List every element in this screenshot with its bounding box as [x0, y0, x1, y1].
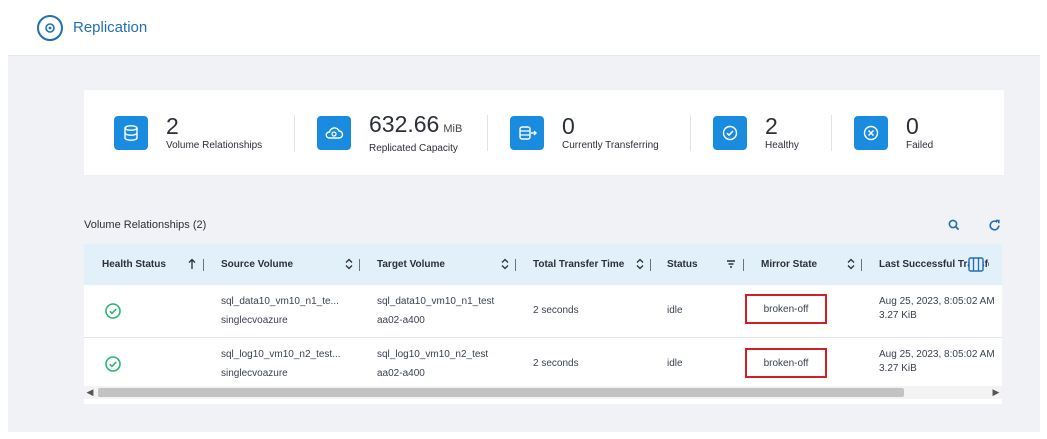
x-circle-icon — [854, 115, 888, 150]
healthy-status-icon — [105, 356, 121, 372]
sort-icon[interactable] — [636, 258, 644, 270]
source-volume: sql_log10_vm10_n2_test... — [221, 349, 341, 360]
column-separator[interactable] — [203, 259, 204, 271]
stat-currently-transferring: 0 Currently Transferring — [510, 90, 690, 175]
column-header-mirror-state[interactable]: Mirror State — [761, 244, 851, 285]
stat-value: 2 — [166, 113, 179, 139]
horizontal-scrollbar[interactable]: ◀ ▶ — [84, 386, 1002, 399]
source-system: singlecvoazure — [221, 368, 288, 379]
summary-card: 2 Volume Relationships 632.66 MiB Replica… — [84, 90, 1004, 175]
column-header-source-volume[interactable]: Source Volume — [221, 244, 341, 285]
search-icon — [948, 219, 960, 231]
table-row[interactable]: sql_data10_vm10_n1_te... singlecvoazure … — [84, 285, 1002, 338]
replication-icon — [37, 14, 63, 41]
stat-replicated-capacity: 632.66 MiB Replicated Capacity — [317, 90, 487, 175]
check-circle-icon — [713, 115, 747, 150]
target-system: aa02-a400 — [377, 315, 425, 326]
table-header: Health Status Source Volume Target Volum… — [84, 244, 1002, 285]
table-row[interactable]: sql_log10_vm10_n2_test... singlecvoazure… — [84, 338, 1002, 391]
sort-ascending-icon[interactable] — [188, 258, 196, 270]
stat-volume-relationships: 2 Volume Relationships — [114, 90, 294, 175]
column-separator[interactable] — [743, 259, 744, 271]
stat-failed: 0 Failed — [854, 90, 954, 175]
database-icon — [114, 115, 148, 150]
refresh-button[interactable] — [983, 214, 1005, 236]
divider — [294, 114, 295, 151]
source-system: singlecvoazure — [221, 315, 288, 326]
healthy-status-icon — [105, 303, 121, 319]
last-transfer-time: Aug 25, 2023, 8:05:02 AM — [879, 349, 995, 360]
mirror-state-highlight: broken-off — [745, 348, 827, 378]
cloud-icon — [317, 115, 351, 150]
status-value: idle — [667, 305, 683, 316]
stat-value: 0 — [906, 113, 919, 139]
stat-value: 632.66 MiB — [369, 112, 462, 141]
scroll-left-arrow[interactable]: ◀ — [84, 386, 96, 399]
stat-number: 632.66 — [369, 110, 440, 137]
column-separator[interactable] — [861, 259, 862, 271]
stat-value: 2 — [765, 113, 778, 139]
target-volume: sql_log10_vm10_n2_test — [377, 349, 489, 360]
stat-label: Failed — [906, 140, 934, 151]
sort-icon[interactable] — [847, 258, 855, 270]
scroll-right-arrow[interactable]: ▶ — [990, 386, 1002, 399]
divider — [690, 114, 691, 151]
page-title: Replication — [73, 19, 148, 36]
last-transfer-size: 3.27 KiB — [879, 363, 917, 374]
last-transfer-time: Aug 25, 2023, 8:05:02 AM — [879, 296, 995, 307]
transfer-time: 2 seconds — [533, 305, 579, 316]
scrollbar-thumb[interactable] — [98, 388, 904, 397]
column-chooser-icon[interactable] — [968, 257, 984, 272]
stat-label: Healthy — [765, 140, 799, 151]
target-system: aa02-a400 — [377, 368, 425, 379]
stat-label: Currently Transferring — [562, 140, 659, 151]
sort-icon[interactable] — [501, 258, 509, 270]
column-separator[interactable] — [515, 259, 516, 271]
refresh-icon — [988, 219, 1000, 231]
column-header-total-transfer-time[interactable]: Total Transfer Time — [533, 244, 643, 285]
last-transfer-size: 3.27 KiB — [879, 310, 917, 321]
stat-healthy: 2 Healthy — [713, 90, 831, 175]
table-title: Volume Relationships (2) — [84, 219, 207, 231]
status-value: idle — [667, 358, 683, 369]
mirror-state-value: broken-off — [763, 357, 809, 369]
volume-relationships-table: Health Status Source Volume Target Volum… — [84, 244, 1002, 404]
divider — [487, 114, 488, 151]
column-header-target-volume[interactable]: Target Volume — [377, 244, 497, 285]
source-volume: sql_data10_vm10_n1_te... — [221, 296, 339, 307]
transfer-time: 2 seconds — [533, 358, 579, 369]
search-button[interactable] — [943, 214, 965, 236]
column-separator[interactable] — [359, 259, 360, 271]
transfer-icon — [510, 115, 544, 150]
page-header: Replication — [8, 0, 1040, 56]
divider — [831, 114, 832, 151]
column-header-status[interactable]: Status — [667, 244, 727, 285]
sort-icon[interactable] — [345, 258, 353, 270]
stat-label: Replicated Capacity — [369, 142, 458, 154]
stat-label: Volume Relationships — [166, 140, 263, 151]
target-volume: sql_data10_vm10_n1_test — [377, 296, 495, 307]
mirror-state-value: broken-off — [763, 303, 809, 315]
mirror-state-highlight: broken-off — [745, 294, 827, 324]
content-area: 2 Volume Relationships 632.66 MiB Replica… — [8, 56, 1040, 432]
column-separator[interactable] — [650, 259, 651, 271]
stat-unit: MiB — [443, 122, 463, 135]
stat-value: 0 — [562, 113, 575, 139]
filter-icon[interactable] — [726, 258, 736, 270]
column-header-health-status[interactable]: Health Status — [102, 244, 202, 285]
